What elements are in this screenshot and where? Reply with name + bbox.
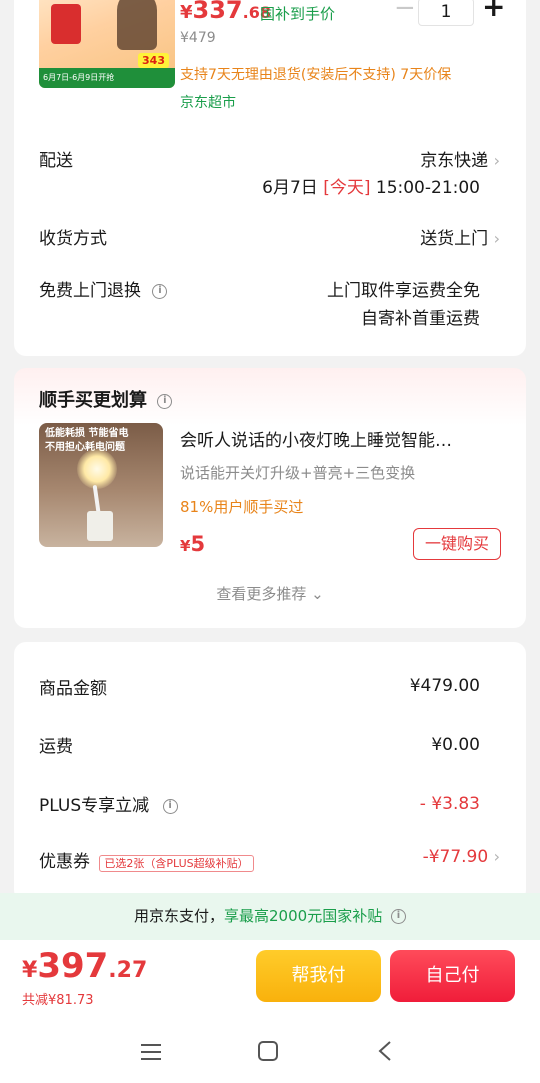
checkout-bar: ¥397.27 共减¥81.73 帮我付 自己付 [0, 940, 540, 1028]
chevron-right-icon: › [493, 151, 500, 170]
back-icon[interactable] [376, 1040, 394, 1062]
coupon-tag[interactable]: 已选2张（含PLUS超级补贴） [99, 855, 254, 872]
delivery-window: 15:00-21:00 [375, 178, 480, 198]
free-return-text: 免费上门退换 [39, 281, 141, 301]
return-policy: 支持7天无理由退货(安装后不支持) 7天价保 [180, 67, 452, 83]
free-return-line2: 自寄补首重运费 [361, 309, 480, 329]
price-symbol: ¥ [180, 2, 193, 23]
delivery-time: 6月7日 [今天] 15:00-21:00 [262, 173, 480, 198]
delivery-date: 6月7日 [262, 178, 318, 198]
subsidy-label: 国补到手价 [260, 5, 336, 23]
one-click-buy-button[interactable]: 一键购买 [413, 528, 501, 560]
menu-icon[interactable] [140, 1042, 162, 1062]
reco-product-desc: 说话能开关灯升级+普亮+三色变换 [180, 464, 416, 482]
receive-method-text: 送货上门 [420, 229, 489, 249]
info-icon[interactable]: i [152, 283, 168, 299]
payment-promo-bar[interactable]: 用京东支付，享最高2000元国家补贴 i [0, 893, 540, 940]
free-return-line1: 上门取件享运费全免 [327, 281, 480, 301]
info-icon: i [390, 909, 406, 924]
delivery-carrier[interactable]: 京东快递 › [420, 146, 500, 171]
lamp-glow-graphic [77, 449, 117, 489]
goods-amount-label: 商品金额 [39, 679, 107, 699]
coupon-label: 优惠券 已选2张（含PLUS超级补贴） [39, 847, 254, 872]
reco-title-text: 顺手买更划算 [39, 390, 147, 411]
person-graphic [117, 0, 157, 50]
reco-product-stat: 81%用户顺手买过 [180, 498, 304, 516]
lamp-graphic [51, 4, 81, 44]
receive-method-label: 收货方式 [39, 229, 107, 249]
shipping-label: 运费 [39, 737, 73, 757]
total-integer: 397 [37, 946, 109, 986]
coupon-text: 优惠券 [39, 852, 90, 872]
self-pay-button[interactable]: 自己付 [390, 950, 515, 1002]
total-price: ¥397.27 [22, 946, 147, 986]
total-decimal: .27 [108, 958, 148, 983]
original-price: ¥479 [180, 30, 216, 46]
see-more-text: 查看更多推荐 [216, 585, 307, 603]
chevron-right-icon: › [493, 847, 500, 866]
price-summary-card: 商品金额 ¥479.00 运费 ¥0.00 PLUS专享立减 i - ¥3.83… [14, 642, 526, 902]
reco-price-value: 5 [190, 532, 206, 556]
order-item-card: 343 6月7日-6月9日开抢 ¥337.68 国补到手价 − 1 + ¥479… [14, 0, 526, 356]
product-thumbnail[interactable]: 343 6月7日-6月9日开抢 [39, 0, 175, 88]
total-saved: 共减¥81.73 [22, 993, 94, 1008]
info-icon[interactable]: i [157, 393, 173, 409]
reco-product-price: ¥5 [180, 532, 205, 556]
system-nav-bar [0, 1028, 540, 1083]
total-symbol: ¥ [22, 958, 38, 983]
reco-product-name[interactable]: 会听人说话的小夜灯晚上睡觉智能… [180, 426, 452, 451]
shipping-value: ¥0.00 [431, 735, 480, 755]
goods-amount-value: ¥479.00 [409, 676, 480, 696]
reco-price-symbol: ¥ [180, 537, 191, 555]
chevron-down-icon: ⌄ [311, 585, 324, 603]
product-price: ¥337.68 [180, 0, 271, 24]
thumbnail-banner: 6月7日-6月9日开抢 [39, 68, 175, 88]
free-return-label: 免费上门退换 i [39, 276, 168, 301]
reco-title: 顺手买更划算 i [39, 386, 173, 412]
thumbnail-caption-line1: 低能耗损 节能省电 [45, 428, 129, 439]
thumbnail-price-tag: 343 [138, 53, 169, 68]
quantity-minus-button[interactable]: − [394, 0, 416, 23]
store-name[interactable]: 京东超市 [180, 92, 236, 112]
delivery-today: [今天] [323, 178, 371, 198]
coupon-value[interactable]: -¥77.90 › [423, 847, 500, 867]
plus-discount-label: PLUS专享立减 i [39, 791, 178, 816]
help-pay-button[interactable]: 帮我付 [256, 950, 381, 1002]
plus-discount-text: PLUS专享立减 [39, 796, 150, 816]
quantity-plus-button[interactable]: + [482, 0, 505, 23]
coupon-amount: -¥77.90 [422, 847, 489, 867]
price-integer: 337 [192, 0, 243, 24]
chevron-right-icon: › [493, 229, 500, 248]
promo-highlight: 享最高2000元国家补贴 [224, 907, 383, 925]
home-icon[interactable] [257, 1040, 279, 1062]
carrier-name: 京东快递 [420, 151, 489, 171]
delivery-label: 配送 [39, 151, 73, 171]
recommendation-card: 顺手买更划算 i 低能耗损 节能省电 不用担心耗电问题 会听人说话的小夜灯晚上睡… [14, 368, 526, 628]
wall-socket-graphic [87, 511, 113, 541]
quantity-input[interactable]: 1 [418, 0, 474, 26]
see-more-recommendations[interactable]: 查看更多推荐 ⌄ [14, 583, 526, 604]
receive-method-value[interactable]: 送货上门 › [420, 224, 500, 249]
plus-discount-value: - ¥3.83 [419, 794, 480, 814]
promo-prefix: 用京东支付， [134, 907, 225, 925]
info-icon[interactable]: i [162, 798, 178, 814]
reco-product-thumbnail[interactable]: 低能耗损 节能省电 不用担心耗电问题 [39, 423, 163, 547]
